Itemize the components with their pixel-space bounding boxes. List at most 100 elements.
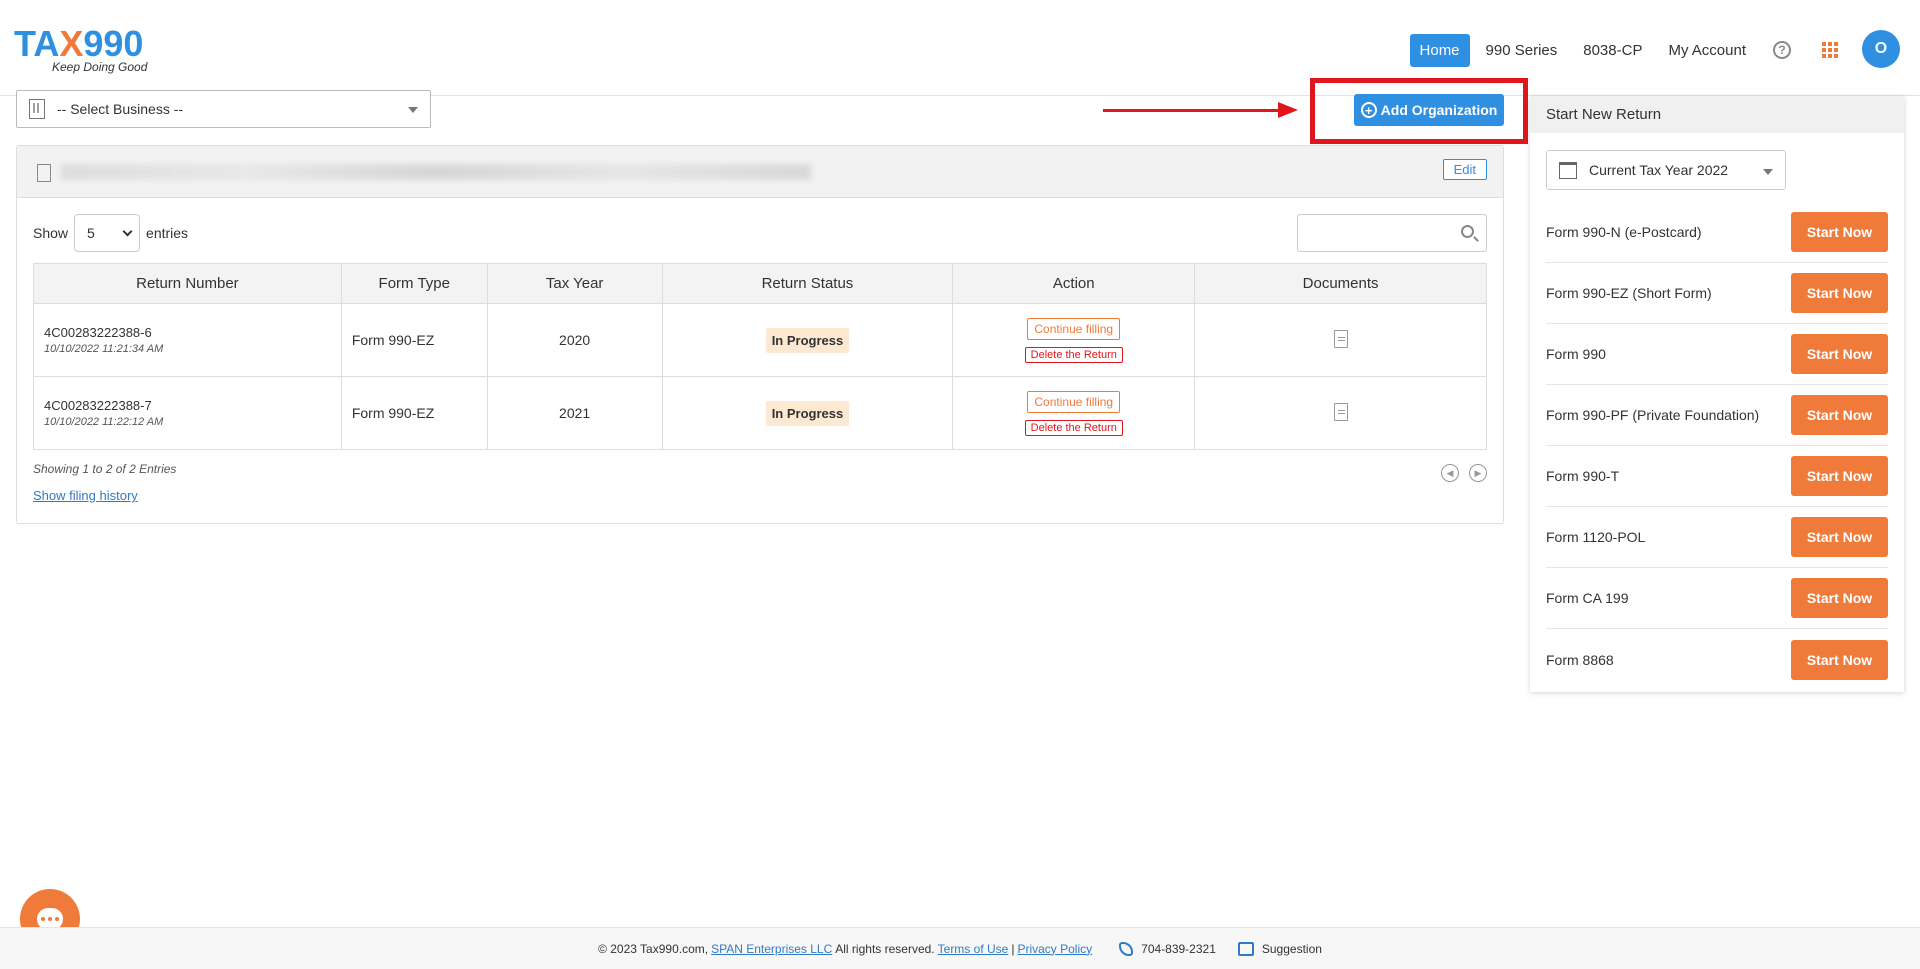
footer-suggestion[interactable]: Suggestion	[1237, 941, 1322, 956]
nav-home[interactable]: Home	[1409, 33, 1470, 67]
start-now-button[interactable]: Start Now	[1791, 578, 1888, 618]
entries-length-control: Show 5 entries	[33, 214, 188, 252]
column-header[interactable]: Return Status	[661, 263, 954, 304]
document-icon[interactable]	[1333, 402, 1348, 421]
delete-return-button[interactable]: Delete the Return	[1024, 346, 1123, 363]
continue-filling-button[interactable]: Continue filling	[1027, 317, 1121, 340]
start-now-button[interactable]: Start Now	[1791, 334, 1888, 374]
document-icon[interactable]	[1333, 329, 1348, 348]
table-row: 4C00283222388-7 10/10/2022 11:22:12 AM F…	[33, 376, 1487, 450]
list-item: Form 1120-POL Start Now	[1546, 507, 1888, 568]
nav-my-account[interactable]: My Account	[1658, 34, 1756, 67]
form-name: Form CA 199	[1546, 590, 1629, 606]
annotation-arrow-line	[1103, 109, 1293, 112]
start-now-button[interactable]: Start Now	[1791, 273, 1888, 313]
list-item: Form CA 199 Start Now	[1546, 568, 1888, 629]
table-search-input[interactable]	[1297, 214, 1487, 252]
column-header[interactable]: Form Type	[340, 263, 488, 304]
help-icon[interactable]: ?	[1760, 32, 1804, 68]
return-number: 4C00283222388-7	[44, 398, 152, 413]
show-filing-history-link[interactable]: Show filing history	[33, 488, 138, 503]
continue-filling-button[interactable]: Continue filling	[1027, 390, 1121, 413]
plus-circle-icon: +	[1360, 102, 1377, 118]
sidebar-title: Start New Return	[1530, 96, 1904, 133]
entries-select[interactable]: 5	[74, 214, 141, 252]
list-item: Form 990 Start Now	[1546, 324, 1888, 385]
list-item: Form 990-N (e-Postcard) Start Now	[1546, 202, 1888, 263]
returns-panel: Edit Show 5 entries Return Number Form T…	[16, 145, 1504, 524]
pagination: ◀ ▶	[1441, 464, 1487, 482]
redacted-organization-info	[61, 164, 811, 180]
form-name: Form 990-EZ (Short Form)	[1546, 285, 1712, 301]
tax-year-select[interactable]: Current Tax Year 2022	[1546, 150, 1786, 190]
form-name: Form 990	[1546, 346, 1606, 362]
previous-page-icon[interactable]: ◀	[1441, 464, 1459, 482]
column-header[interactable]: Documents	[1194, 263, 1487, 304]
form-type: Form 990-EZ	[340, 303, 488, 377]
organization-header: Edit	[17, 146, 1503, 198]
add-organization-button[interactable]: + Add Organization	[1354, 94, 1504, 126]
form-name: Form 990-PF (Private Foundation)	[1546, 407, 1760, 423]
edit-organization-button[interactable]: Edit	[1442, 159, 1487, 180]
apps-grid-icon[interactable]	[1808, 32, 1852, 68]
delete-return-button[interactable]: Delete the Return	[1024, 419, 1123, 436]
column-header[interactable]: Tax Year	[486, 263, 663, 304]
tax990-logo[interactable]: TAX990 Keep Doing Good	[14, 26, 147, 75]
status-badge: In Progress	[765, 327, 850, 353]
return-number: 4C00283222388-6	[44, 325, 152, 340]
list-item: Form 990-T Start Now	[1546, 446, 1888, 507]
search-icon	[1461, 225, 1474, 238]
column-header[interactable]: Return Number	[33, 263, 342, 304]
building-icon	[29, 99, 45, 119]
suggestion-icon	[1237, 941, 1254, 956]
terms-link[interactable]: Terms of Use	[938, 942, 1009, 956]
form-name: Form 990-N (e-Postcard)	[1546, 224, 1702, 240]
return-date: 10/10/2022 11:21:34 AM	[44, 343, 164, 355]
start-now-button[interactable]: Start Now	[1791, 639, 1888, 680]
form-name: Form 8868	[1546, 651, 1614, 668]
logo-tagline: Keep Doing Good	[52, 60, 148, 74]
calendar-icon	[1559, 161, 1577, 179]
annotation-arrow-head	[1278, 102, 1298, 118]
start-now-button[interactable]: Start Now	[1791, 212, 1888, 252]
start-new-return-sidebar: Start New Return Current Tax Year 2022 F…	[1530, 96, 1904, 692]
footer-rights: All rights reserved.	[835, 941, 935, 956]
company-link[interactable]: SPAN Enterprises LLC	[711, 942, 832, 956]
phone-icon	[1119, 941, 1134, 956]
list-item: Form 990-EZ (Short Form) Start Now	[1546, 263, 1888, 324]
next-page-icon[interactable]: ▶	[1469, 464, 1487, 482]
business-select[interactable]: -- Select Business --	[16, 90, 431, 128]
user-avatar[interactable]: O	[1862, 30, 1900, 68]
footer-phone[interactable]: 704-839-2321	[1119, 941, 1216, 956]
main-nav: Home 990 Series 8038-CP My Account ? O	[1404, 30, 1900, 68]
list-item: Form 8868 Start Now	[1546, 629, 1888, 690]
nav-8038-cp[interactable]: 8038-CP	[1573, 34, 1652, 67]
privacy-link[interactable]: Privacy Policy	[1017, 942, 1092, 956]
start-now-button[interactable]: Start Now	[1791, 517, 1888, 557]
tax-year: 2021	[486, 376, 663, 450]
start-now-button[interactable]: Start Now	[1791, 456, 1888, 496]
building-icon	[37, 164, 51, 182]
caret-down-icon	[1763, 169, 1773, 175]
business-select-value: -- Select Business --	[57, 101, 184, 117]
list-item: Form 990-PF (Private Foundation) Start N…	[1546, 385, 1888, 446]
footer-copyright: © 2023 Tax990.com,	[598, 941, 709, 956]
column-header[interactable]: Action	[952, 263, 1196, 304]
tax-year: 2020	[486, 303, 663, 377]
caret-down-icon	[408, 107, 418, 113]
footer-separator: |	[1011, 941, 1015, 956]
status-badge: In Progress	[765, 400, 850, 426]
returns-table: Return Number Form Type Tax Year Return …	[33, 263, 1487, 450]
form-name: Form 1120-POL	[1546, 529, 1646, 545]
nav-990-series[interactable]: 990 Series	[1476, 34, 1568, 67]
table-row: 4C00283222388-6 10/10/2022 11:21:34 AM F…	[33, 303, 1487, 377]
top-navbar: TAX990 Keep Doing Good Home 990 Series 8…	[0, 0, 1920, 96]
chevron-down-icon	[122, 226, 133, 237]
form-list: Form 990-N (e-Postcard) Start Now Form 9…	[1546, 202, 1888, 690]
table-info: Showing 1 to 2 of 2 Entries	[33, 462, 177, 476]
footer: © 2023 Tax990.com, SPAN Enterprises LLC …	[0, 927, 1920, 969]
return-date: 10/10/2022 11:22:12 AM	[44, 416, 164, 428]
start-now-button[interactable]: Start Now	[1791, 395, 1888, 435]
form-type: Form 990-EZ	[340, 376, 488, 450]
form-name: Form 990-T	[1546, 468, 1620, 484]
